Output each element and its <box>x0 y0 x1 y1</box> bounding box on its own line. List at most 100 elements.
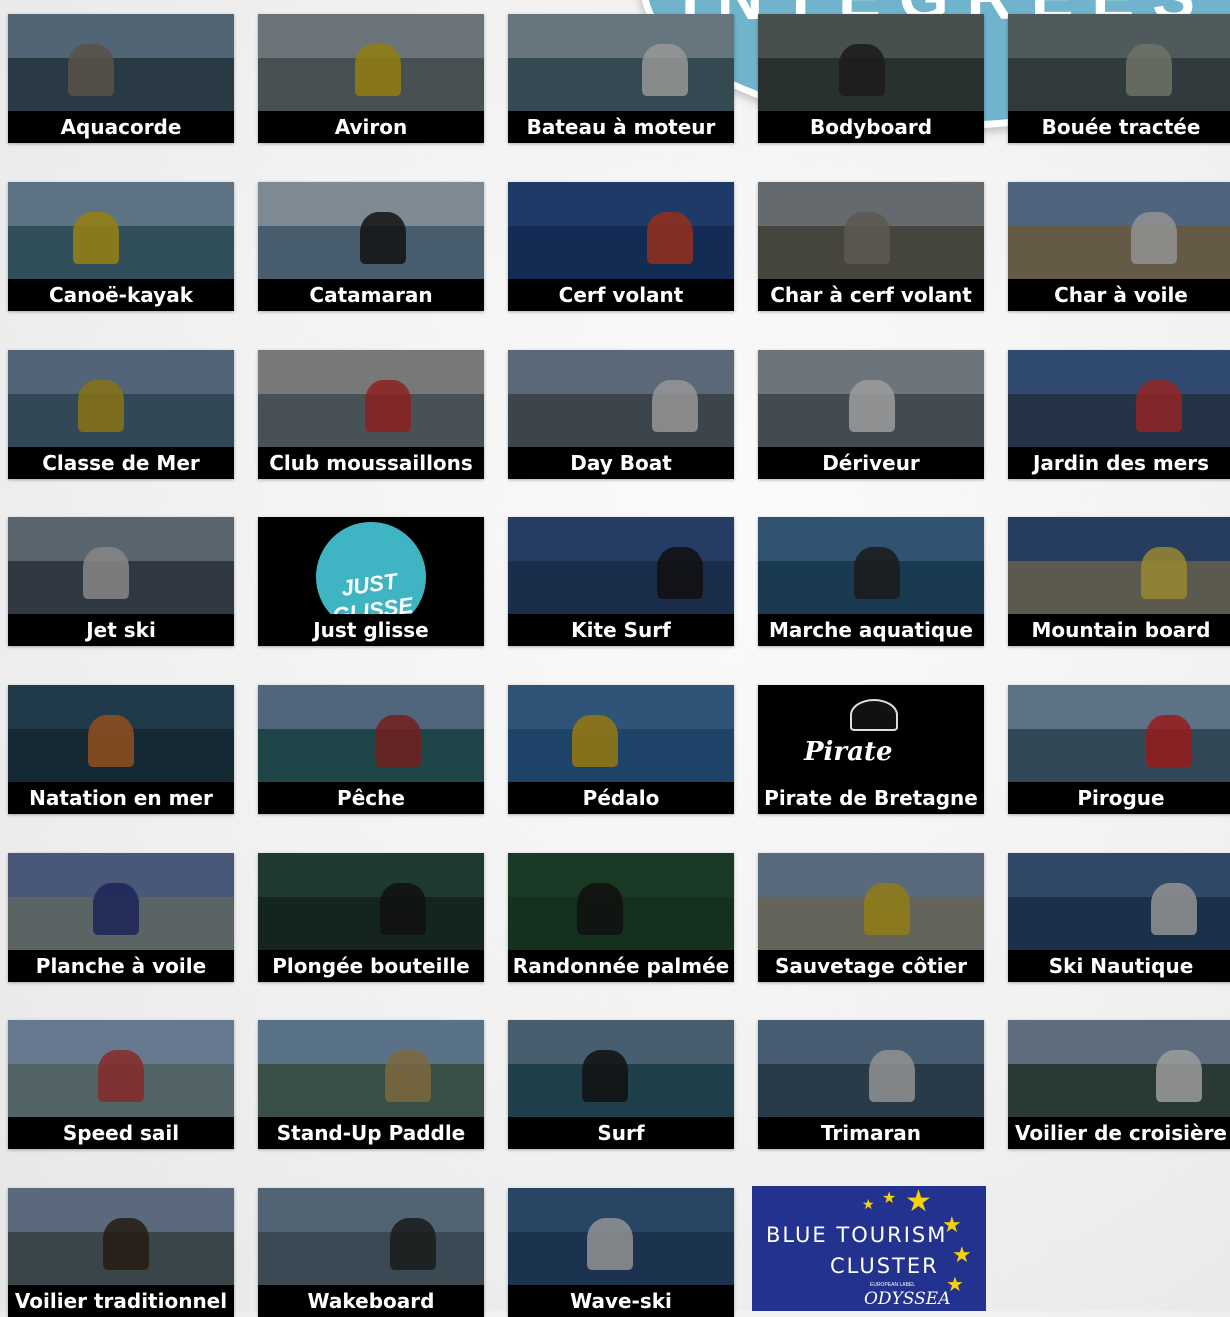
activity-label: Surf <box>508 1117 734 1149</box>
activity-label: Randonnée palmée <box>508 950 734 982</box>
activity-photo <box>758 853 984 950</box>
activity-photo <box>8 853 234 950</box>
activity-tile[interactable]: Natation en mer <box>8 685 234 814</box>
activity-tile[interactable]: Ski Nautique <box>1008 853 1230 982</box>
activity-tile[interactable]: Trimaran <box>758 1020 984 1149</box>
activity-tile[interactable]: Marche aquatique <box>758 517 984 646</box>
activity-tile[interactable]: Jardin des mers <box>1008 350 1230 479</box>
activity-label: Bateau à moteur <box>508 111 734 143</box>
activity-tile[interactable]: Cerf volant <box>508 182 734 311</box>
activity-label: Wave-ski <box>508 1285 734 1317</box>
activity-tile[interactable]: Sauvetage côtier <box>758 853 984 982</box>
activity-label: Club moussaillons <box>258 447 484 479</box>
activity-label: Voilier de croisière <box>1008 1117 1230 1149</box>
activity-label: Marche aquatique <box>758 614 984 646</box>
activity-photo <box>758 1020 984 1117</box>
activity-label: Kite Surf <box>508 614 734 646</box>
activity-tile[interactable]: Surf <box>508 1020 734 1149</box>
activity-tile[interactable]: Char à cerf volant <box>758 182 984 311</box>
activity-photo <box>8 14 234 111</box>
activity-label: Aquacorde <box>8 111 234 143</box>
activity-photo <box>1008 853 1230 950</box>
activity-tile[interactable]: Voilier traditionnel <box>8 1188 234 1317</box>
activity-tile[interactable]: Dériveur <box>758 350 984 479</box>
activity-photo <box>8 1188 234 1285</box>
activity-photo: JUST GLISSE <box>258 517 484 632</box>
activity-photo <box>508 1188 734 1285</box>
activity-tile[interactable]: Day Boat <box>508 350 734 479</box>
activity-label: Bouée tractée <box>1008 111 1230 143</box>
activity-tile[interactable]: Pédalo <box>508 685 734 814</box>
pirate-hat-icon <box>850 699 898 731</box>
activity-label: Trimaran <box>758 1117 984 1149</box>
activity-tile[interactable]: Wakeboard <box>258 1188 484 1317</box>
activity-tile[interactable]: Bodyboard <box>758 14 984 143</box>
activity-label: Pirogue <box>1008 782 1230 814</box>
activity-photo <box>508 350 734 447</box>
activity-tile[interactable]: Wave-ski <box>508 1188 734 1317</box>
star-icon: ★ <box>952 1242 972 1267</box>
activity-tile[interactable]: Aquacorde <box>8 14 234 143</box>
activity-photo <box>1008 685 1230 782</box>
activity-photo <box>258 14 484 111</box>
activity-photo <box>508 14 734 111</box>
activity-label: Mountain board <box>1008 614 1230 646</box>
star-icon: ★ <box>905 1186 932 1218</box>
blue-tourism-cluster-logo[interactable]: ★ ★ ★ ★ ★ ★ BLUE TOURISM CLUSTER EUROPEA… <box>752 1186 986 1311</box>
activity-tile[interactable]: Char à voile <box>1008 182 1230 311</box>
activity-photo <box>8 685 234 782</box>
activity-label: Pirate de Bretagne <box>758 782 984 814</box>
activity-label: Stand-Up Paddle <box>258 1117 484 1149</box>
activity-photo <box>258 853 484 950</box>
activity-photo <box>508 182 734 279</box>
activity-photo <box>758 14 984 111</box>
pirate-logo-text: Pirate <box>804 737 893 767</box>
activity-tile[interactable]: Pirogue <box>1008 685 1230 814</box>
activity-label: Natation en mer <box>8 782 234 814</box>
activity-tile[interactable]: Pirate Pirate de Bretagne <box>758 685 984 814</box>
activity-photo <box>758 182 984 279</box>
activity-tile[interactable]: Classe de Mer <box>8 350 234 479</box>
activity-label: Sauvetage côtier <box>758 950 984 982</box>
activity-tile[interactable]: Randonnée palmée <box>508 853 734 982</box>
activity-tile[interactable]: Aviron <box>258 14 484 143</box>
activity-grid: Aquacorde Aviron Bateau à moteur Bodyboard B… <box>0 0 1230 1317</box>
star-icon: ★ <box>862 1196 875 1212</box>
activity-photo <box>8 517 234 614</box>
activity-tile[interactable]: Plongée bouteille <box>258 853 484 982</box>
activity-label: Cerf volant <box>508 279 734 311</box>
activity-photo <box>508 1020 734 1117</box>
activity-photo <box>1008 1020 1230 1117</box>
activity-tile[interactable]: Mountain board <box>1008 517 1230 646</box>
activity-tile[interactable]: Planche à voile <box>8 853 234 982</box>
activity-tile[interactable]: Pêche <box>258 685 484 814</box>
activity-label: Jet ski <box>8 614 234 646</box>
activity-label: Speed sail <box>8 1117 234 1149</box>
european-label-text: EUROPEAN LABEL <box>870 1282 916 1288</box>
activity-photo: Pirate <box>758 685 984 782</box>
activity-label: Pédalo <box>508 782 734 814</box>
activity-label: Bodyboard <box>758 111 984 143</box>
activity-tile[interactable]: Jet ski <box>8 517 234 646</box>
activity-label: Canoë-kayak <box>8 279 234 311</box>
activity-tile[interactable]: Kite Surf <box>508 517 734 646</box>
activity-tile[interactable]: Club moussaillons <box>258 350 484 479</box>
activity-tile[interactable]: JUST GLISSE Just glisse <box>258 517 484 646</box>
activity-photo <box>758 350 984 447</box>
activity-tile[interactable]: Bateau à moteur <box>508 14 734 143</box>
activity-tile[interactable]: Stand-Up Paddle <box>258 1020 484 1149</box>
activity-photo <box>1008 350 1230 447</box>
activity-label: Jardin des mers <box>1008 447 1230 479</box>
blue-tourism-line2: CLUSTER <box>830 1254 939 1278</box>
activity-photo <box>508 517 734 614</box>
activity-tile[interactable]: Bouée tractée <box>1008 14 1230 143</box>
activity-label: Char à voile <box>1008 279 1230 311</box>
activity-tile[interactable]: Canoë-kayak <box>8 182 234 311</box>
activity-label: Aviron <box>258 111 484 143</box>
activity-photo <box>758 517 984 614</box>
activity-photo <box>258 1188 484 1285</box>
activity-tile[interactable]: Voilier de croisière <box>1008 1020 1230 1149</box>
activity-tile[interactable]: Speed sail <box>8 1020 234 1149</box>
star-icon: ★ <box>882 1190 897 1207</box>
activity-tile[interactable]: Catamaran <box>258 182 484 311</box>
